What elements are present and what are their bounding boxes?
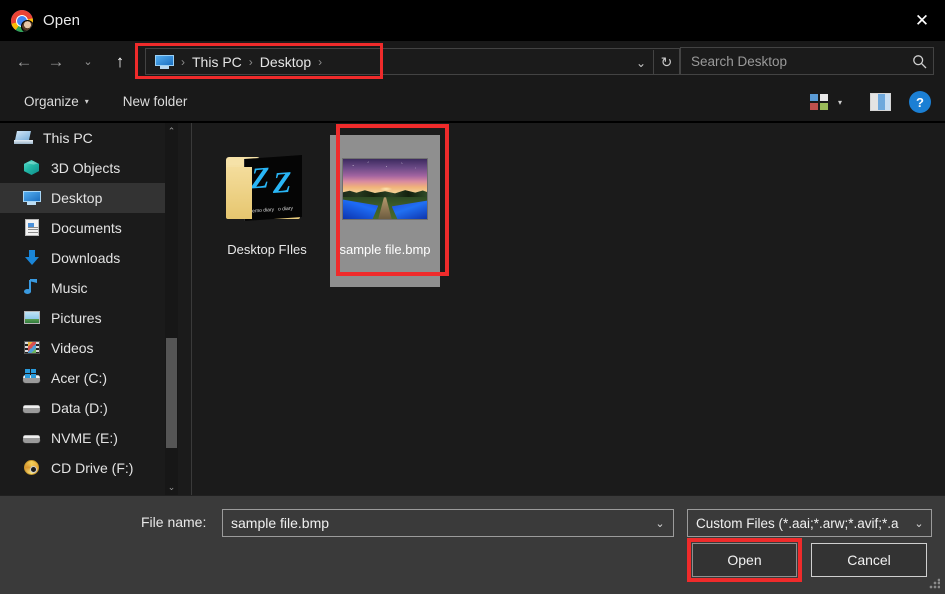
- recent-locations-button[interactable]: ⌄: [72, 47, 104, 77]
- close-icon[interactable]: ✕: [899, 0, 945, 41]
- folder-preview-caption: o diary: [278, 206, 293, 213]
- music-icon: [22, 279, 42, 297]
- list-item-label: Desktop FIles: [215, 241, 319, 258]
- folder-thumbnail: Z Z memo diary o diary: [219, 143, 315, 235]
- chevron-down-icon[interactable]: ⌄: [629, 50, 653, 75]
- search-input[interactable]: [681, 54, 905, 69]
- scroll-up-icon[interactable]: ⌃: [165, 123, 178, 139]
- this-pc-icon: [14, 129, 34, 147]
- sidebar-item-documents[interactable]: Documents: [0, 213, 178, 243]
- breadcrumb-item-desktop[interactable]: Desktop: [260, 54, 311, 70]
- sidebar-item-label: This PC: [43, 130, 93, 146]
- sidebar-item-label: Acer (C:): [51, 370, 107, 386]
- chevron-down-icon[interactable]: ⌄: [907, 510, 931, 536]
- avatar: [21, 20, 33, 32]
- new-folder-button[interactable]: New folder: [113, 89, 198, 114]
- drive-icon: [22, 399, 42, 417]
- sidebar-item-pictures[interactable]: Pictures: [0, 303, 178, 333]
- up-button[interactable]: ↑: [104, 47, 136, 77]
- resize-grip[interactable]: [929, 578, 940, 589]
- file-name-label: File name:: [141, 514, 206, 530]
- sidebar-item-nvme-e[interactable]: NVME (E:): [0, 423, 178, 453]
- sidebar-item-videos[interactable]: Videos: [0, 333, 178, 363]
- bmp-preview-icon: [342, 158, 428, 220]
- file-name-field[interactable]: ⌄: [222, 509, 674, 537]
- navigation-pane-scrollbar[interactable]: ⌃ ⌄: [165, 123, 178, 495]
- chrome-icon: [11, 10, 33, 32]
- desktop-monitor-icon: [155, 55, 174, 69]
- organize-button[interactable]: Organize ▾: [14, 89, 99, 114]
- breadcrumb-separator: ›: [249, 55, 253, 69]
- chevron-down-icon: ▾: [85, 97, 89, 106]
- file-type-select[interactable]: Custom Files (*.aai;*.arw;*.avif;*.a ⌄: [687, 509, 932, 537]
- image-thumbnail: [337, 143, 433, 235]
- sidebar-item-acer-c[interactable]: Acer (C:): [0, 363, 178, 393]
- list-item[interactable]: sample file.bmp: [330, 135, 440, 287]
- title-bar: Open ✕: [0, 0, 945, 41]
- sidebar-item-desktop[interactable]: Desktop: [0, 183, 178, 213]
- address-bar[interactable]: › This PC › Desktop › ⌄ ↻: [145, 48, 680, 75]
- breadcrumb-separator: ›: [181, 55, 185, 69]
- sidebar-item-label: Downloads: [51, 250, 120, 266]
- folder-icon: Z Z memo diary o diary: [226, 155, 308, 223]
- search-box[interactable]: [680, 47, 934, 75]
- sidebar-item-3d-objects[interactable]: 3D Objects: [0, 153, 178, 183]
- search-icon[interactable]: [905, 48, 933, 74]
- cancel-button[interactable]: Cancel: [811, 543, 927, 577]
- chevron-down-icon[interactable]: ▾: [828, 87, 852, 117]
- command-bar: Organize ▾ New folder ▾ ?: [0, 82, 945, 122]
- sidebar-item-label: Desktop: [51, 190, 102, 206]
- command-bar-right: ▾ ?: [810, 82, 931, 122]
- sidebar-item-cd-drive-f[interactable]: CD Drive (F:): [0, 453, 178, 483]
- breadcrumb-separator: ›: [318, 55, 322, 69]
- list-item-label: sample file.bmp: [333, 241, 437, 258]
- drive-icon: [22, 429, 42, 447]
- navigation-pane: This PC 3D Objects Desktop Documents Dow…: [0, 123, 178, 495]
- cd-drive-icon: [22, 459, 42, 477]
- breadcrumb-item-this-pc[interactable]: This PC: [192, 54, 242, 70]
- view-options-icon[interactable]: [810, 94, 828, 110]
- organize-label: Organize: [24, 94, 79, 109]
- back-button[interactable]: ←: [8, 47, 40, 77]
- sidebar-item-label: Documents: [51, 220, 122, 236]
- sidebar-item-this-pc[interactable]: This PC: [0, 123, 178, 153]
- window-title: Open: [43, 12, 80, 29]
- sidebar-item-label: CD Drive (F:): [51, 460, 133, 476]
- file-name-input[interactable]: [223, 515, 647, 531]
- sidebar-item-label: Pictures: [51, 310, 102, 326]
- sidebar-item-music[interactable]: Music: [0, 273, 178, 303]
- desktop-icon: [22, 189, 42, 207]
- address-bar-wrap: › This PC › Desktop › ⌄ ↻: [145, 48, 680, 75]
- sidebar-item-downloads[interactable]: Downloads: [0, 243, 178, 273]
- sidebar-item-data-d[interactable]: Data (D:): [0, 393, 178, 423]
- folder-preview-letter: Z: [273, 166, 291, 201]
- folder-preview-letter: Z: [251, 161, 269, 196]
- list-item[interactable]: Z Z memo diary o diary Desktop FIles: [212, 135, 322, 287]
- chevron-down-icon[interactable]: ⌄: [647, 510, 673, 536]
- sidebar-item-label: Music: [51, 280, 88, 296]
- preview-pane-icon[interactable]: [870, 93, 891, 111]
- refresh-icon[interactable]: ↻: [653, 50, 679, 75]
- sidebar-item-label: 3D Objects: [51, 160, 120, 176]
- sidebar-item-label: Videos: [51, 340, 94, 356]
- sidebar-item-label: NVME (E:): [51, 430, 118, 446]
- sidebar-item-label: Data (D:): [51, 400, 108, 416]
- dialog-body: This PC 3D Objects Desktop Documents Dow…: [0, 123, 945, 495]
- downloads-icon: [22, 249, 42, 267]
- help-icon[interactable]: ?: [909, 91, 931, 113]
- file-type-value: Custom Files (*.aai;*.arw;*.avif;*.a: [688, 516, 907, 531]
- new-folder-label: New folder: [123, 94, 188, 109]
- pictures-icon: [22, 309, 42, 327]
- scrollbar-thumb[interactable]: [166, 338, 177, 448]
- videos-icon: [22, 339, 42, 357]
- file-list: Z Z memo diary o diary Desktop FIles: [192, 123, 945, 495]
- open-button[interactable]: Open: [692, 543, 797, 577]
- open-file-dialog: Open ✕ ← → ⌄ ↑ › This PC › Desktop › ⌄ ↻: [0, 0, 945, 594]
- windows-drive-icon: [22, 369, 42, 387]
- scroll-down-icon[interactable]: ⌄: [165, 479, 178, 495]
- 3d-objects-icon: [22, 159, 42, 177]
- forward-button[interactable]: →: [40, 47, 72, 77]
- address-bar-tools: ⌄ ↻: [629, 49, 679, 76]
- documents-icon: [22, 219, 42, 237]
